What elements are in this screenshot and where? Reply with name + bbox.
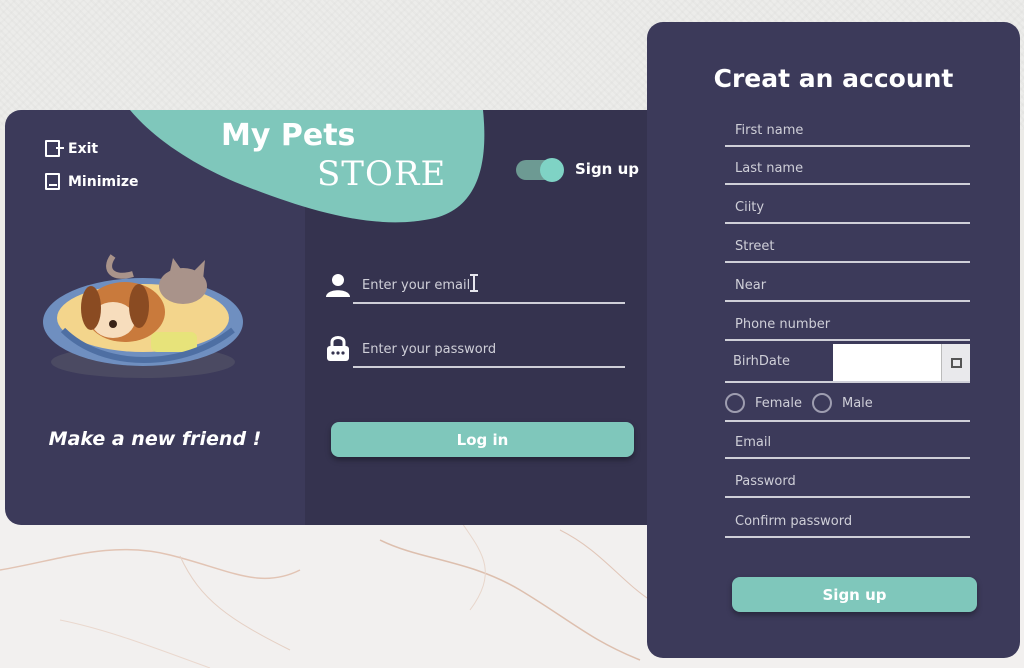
city-input[interactable] bbox=[725, 192, 970, 222]
signup-toggle[interactable] bbox=[516, 158, 564, 182]
male-radio[interactable]: Male bbox=[812, 393, 873, 413]
lock-icon bbox=[327, 336, 349, 361]
password-field[interactable] bbox=[725, 466, 970, 498]
email-field[interactable] bbox=[725, 427, 970, 459]
birthdate-underline bbox=[725, 381, 970, 383]
minimize-icon bbox=[45, 173, 60, 190]
minimize-label: Minimize bbox=[68, 173, 139, 190]
calendar-icon bbox=[950, 357, 962, 368]
phone-field[interactable] bbox=[725, 309, 970, 341]
street-input[interactable] bbox=[725, 231, 970, 261]
city-field[interactable] bbox=[725, 192, 970, 224]
tagline: Make a new friend ! bbox=[48, 428, 262, 450]
last-name-field[interactable] bbox=[725, 153, 970, 185]
signup-panel: Creat an account BirhDate Female Male bbox=[647, 22, 1020, 658]
exit-label: Exit bbox=[68, 140, 99, 157]
male-label: Male bbox=[842, 395, 873, 411]
phone-input[interactable] bbox=[725, 309, 970, 339]
brand-subtitle: STORE bbox=[317, 154, 447, 194]
first-name-input[interactable] bbox=[725, 115, 970, 145]
exit-button[interactable]: Exit bbox=[45, 140, 98, 157]
near-input[interactable] bbox=[725, 270, 970, 300]
female-label: Female bbox=[755, 395, 803, 411]
email-input[interactable] bbox=[353, 268, 625, 302]
login-panel: My Pets STORE Exit Minimize Make a new f… bbox=[5, 110, 665, 525]
gender-selector: Female Male bbox=[725, 390, 970, 422]
user-icon bbox=[326, 274, 350, 297]
birthdate-label: BirhDate bbox=[733, 354, 790, 369]
signup-toggle-label: Sign up bbox=[575, 160, 639, 178]
pets-illustration bbox=[43, 254, 243, 378]
brand-title: My Pets bbox=[221, 118, 356, 153]
password-input[interactable] bbox=[353, 332, 625, 366]
login-button[interactable]: Log in bbox=[331, 422, 634, 457]
exit-icon bbox=[45, 140, 64, 157]
radio-circle-icon bbox=[812, 393, 832, 413]
signup-button[interactable]: Sign up bbox=[732, 577, 977, 612]
first-name-field[interactable] bbox=[725, 115, 970, 147]
signup-title: Creat an account bbox=[713, 64, 954, 93]
confirm-password-input[interactable] bbox=[725, 506, 970, 536]
signup-password-input[interactable] bbox=[725, 466, 970, 496]
near-field[interactable] bbox=[725, 270, 970, 302]
confirm-password-field[interactable] bbox=[725, 506, 970, 538]
password-field[interactable] bbox=[353, 332, 625, 368]
calendar-button[interactable] bbox=[941, 344, 970, 381]
minimize-button[interactable]: Minimize bbox=[45, 173, 139, 190]
radio-circle-icon bbox=[725, 393, 745, 413]
last-name-input[interactable] bbox=[725, 153, 970, 183]
email-field[interactable] bbox=[353, 268, 625, 304]
signup-email-input[interactable] bbox=[725, 427, 970, 457]
street-field[interactable] bbox=[725, 231, 970, 263]
toggle-knob bbox=[540, 158, 564, 182]
female-radio[interactable]: Female bbox=[725, 393, 802, 413]
birthdate-input[interactable] bbox=[833, 344, 941, 381]
text-cursor-icon bbox=[468, 274, 478, 292]
